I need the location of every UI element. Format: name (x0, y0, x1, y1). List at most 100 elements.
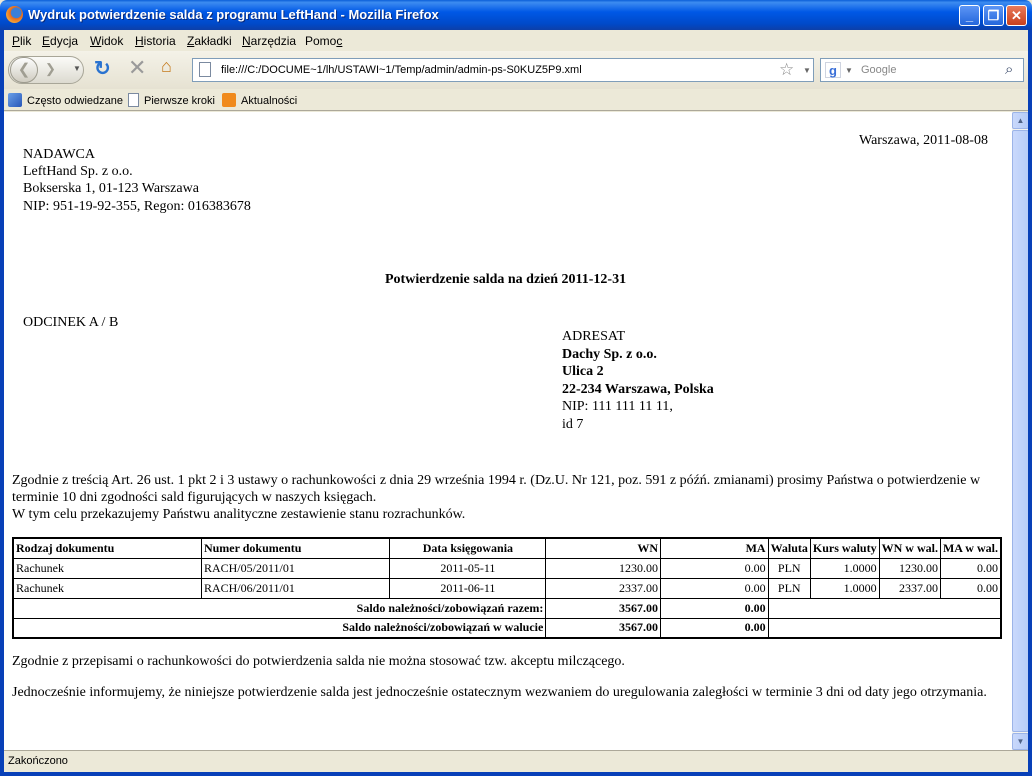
addressee-street: Ulica 2 (562, 364, 604, 379)
col-header: MA w wal. (939, 537, 1002, 559)
col-header: Numer dokumentu (200, 537, 391, 559)
menu-widok[interactable]: Widok (90, 34, 123, 48)
table-cell: 1.0000 (809, 557, 880, 579)
table-cell: PLN (767, 557, 811, 579)
history-dropdown-icon[interactable]: ▼ (73, 64, 81, 73)
url-bar[interactable]: file:///C:/DOCUME~1/lh/USTAWI~1/Temp/adm… (192, 58, 814, 82)
title-bar[interactable]: Wydruk potwierdzenie salda z programu Le… (0, 0, 1032, 30)
table-cell: 0.00 (939, 557, 1002, 579)
total-empty-cell (767, 597, 1002, 619)
sender-heading: NADAWCA (23, 147, 95, 162)
window-frame-bottom (0, 772, 1032, 776)
table-cell: RACH/06/2011/01 (200, 577, 391, 599)
total-label: Saldo należności/zobowiązań razem: (12, 597, 547, 619)
home-icon[interactable]: ⌂ (161, 56, 172, 77)
col-header: Rodzaj dokumentu (12, 537, 202, 559)
menu-bar: Plik Edycja Widok Historia Zakładki Narz… (4, 30, 1028, 51)
col-header: WN (545, 537, 662, 559)
addressee-id: id 7 (562, 417, 584, 432)
url-dropdown-icon[interactable]: ▼ (803, 66, 811, 75)
table-cell: 2337.00 (545, 577, 662, 599)
close-button[interactable]: ✕ (1006, 5, 1027, 26)
sender-address: Bokserska 1, 01-123 Warszawa (23, 181, 199, 196)
url-text[interactable]: file:///C:/DOCUME~1/lh/USTAWI~1/Temp/adm… (221, 64, 582, 76)
col-header: MA (660, 537, 769, 559)
table-cell: 1230.00 (878, 557, 941, 579)
back-arrow-icon[interactable]: ❮ (10, 57, 38, 83)
total-wn: 3567.00 (545, 597, 662, 619)
status-text: Zakończono (8, 755, 68, 767)
table-cell: 0.00 (660, 557, 769, 579)
page-content: Warszawa, 2011-08-08 NADAWCA LeftHand Sp… (4, 112, 1012, 750)
status-bar: Zakończono (4, 750, 1028, 772)
minimize-button[interactable]: _ (959, 5, 980, 26)
sender-name: LeftHand Sp. z o.o. (23, 164, 133, 179)
sender-ids: NIP: 951-19-92-355, Regon: 016383678 (23, 199, 251, 214)
total-row: Saldo należności/zobowiązań razem: 3567.… (12, 597, 1002, 619)
table-row: Rachunek RACH/06/2011/01 2011-06-11 2337… (12, 577, 1002, 599)
page-icon (199, 62, 211, 77)
bookmark-first-steps[interactable]: Pierwsze kroki (128, 93, 215, 107)
scroll-up-icon[interactable]: ▲ (1012, 112, 1029, 129)
navigation-toolbar: ❮ ❯ ▼ ↻ ✕ ⌂ file:///C:/DOCUME~1/lh/USTAW… (4, 51, 1028, 89)
table-cell: Rachunek (12, 557, 202, 579)
forward-arrow-icon[interactable]: ❯ (45, 61, 56, 77)
menu-narzedzia[interactable]: Narzędzia (242, 34, 296, 48)
total-currency-row: Saldo należności/zobowiązań w walucie 35… (12, 617, 1002, 639)
addressee-nip: NIP: 111 111 11 11, (562, 399, 673, 414)
table-cell: 0.00 (660, 577, 769, 599)
menu-edycja[interactable]: Edycja (42, 34, 78, 48)
table-cell: 1.0000 (809, 577, 880, 599)
total-currency-ma: 0.00 (660, 617, 769, 639)
bookmark-often-visited[interactable]: Często odwiedzane (8, 93, 123, 107)
menu-plik[interactable]: Plik (12, 34, 31, 48)
note-silent-acceptance: Zgodnie z przepisami o rachunkowości do … (12, 654, 625, 669)
table-cell: RACH/05/2011/01 (200, 557, 391, 579)
addressee-heading: ADRESAT (562, 329, 626, 344)
intro-paragraph: Zgodnie z treścią Art. 26 ust. 1 pkt 2 i… (12, 473, 981, 522)
addressee-city: 22-234 Warszawa, Polska (562, 382, 714, 397)
search-engine-dropdown-icon[interactable]: ▼ (845, 66, 853, 75)
bookmark-news[interactable]: Aktualności (222, 93, 297, 107)
bookmark-star-icon[interactable]: ☆ (779, 60, 794, 80)
total-ma: 0.00 (660, 597, 769, 619)
section-label: ODCINEK A / B (23, 315, 119, 330)
page-icon (128, 93, 139, 107)
search-bar[interactable]: g ▼ Google ⌕ (820, 58, 1024, 82)
table-cell: 2337.00 (878, 577, 941, 599)
often-visited-icon (8, 93, 22, 107)
total-currency-label: Saldo należności/zobowiązań w walucie (12, 617, 547, 639)
table-header-row: Rodzaj dokumentu Numer dokumentu Data ks… (12, 537, 1002, 559)
menu-pomoc[interactable]: Pomoc (305, 34, 342, 48)
maximize-button[interactable]: ❐ (983, 5, 1004, 26)
col-header: WN w wal. (878, 537, 941, 559)
search-icon[interactable]: ⌕ (1005, 61, 1013, 78)
scrollbar-thumb[interactable] (1012, 130, 1029, 732)
window-title: Wydruk potwierdzenie salda z programu Le… (28, 7, 439, 22)
note-final-demand: Jednocześnie informujemy, że niniejsze p… (12, 685, 987, 700)
place-date: Warszawa, 2011-08-08 (859, 133, 988, 148)
table-cell: 0.00 (939, 577, 1002, 599)
window-frame-left (0, 30, 4, 776)
table-cell: Rachunek (12, 577, 202, 599)
addressee-name: Dachy Sp. z o.o. (562, 347, 657, 362)
stop-icon[interactable]: ✕ (128, 55, 146, 81)
back-forward-group: ❮ ❯ ▼ (8, 56, 84, 84)
menu-zakladki[interactable]: Zakładki (187, 34, 232, 48)
rss-icon (222, 93, 236, 107)
table-cell: 1230.00 (545, 557, 662, 579)
vertical-scrollbar[interactable]: ▲ ▼ (1012, 112, 1029, 750)
total-currency-wn: 3567.00 (545, 617, 662, 639)
window-frame-right (1028, 30, 1032, 776)
table-cell: 2011-06-11 (389, 577, 547, 599)
bookmarks-bar: Często odwiedzane Pierwsze kroki Aktualn… (4, 89, 1028, 111)
scroll-down-icon[interactable]: ▼ (1012, 733, 1029, 750)
reload-icon[interactable]: ↻ (94, 56, 111, 81)
col-header: Kurs waluty (809, 537, 880, 559)
col-header: Waluta (767, 537, 811, 559)
google-icon[interactable]: g (825, 62, 841, 78)
menu-historia[interactable]: Historia (135, 34, 176, 48)
search-input[interactable]: Google (861, 64, 896, 76)
table-row: Rachunek RACH/05/2011/01 2011-05-11 1230… (12, 557, 1002, 579)
table-cell: PLN (767, 577, 811, 599)
